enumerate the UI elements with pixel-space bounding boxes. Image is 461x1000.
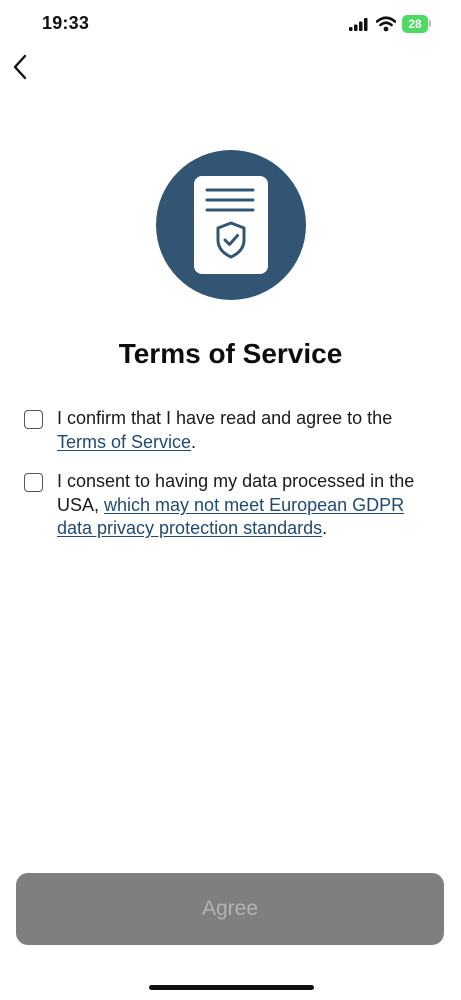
terms-of-service-link[interactable]: Terms of Service [57,432,191,452]
data-processing-checkbox[interactable] [24,473,43,492]
battery-cap [429,20,431,27]
home-indicator [149,985,314,990]
consent-data-text: I consent to having my data processed in… [57,470,437,541]
consent-terms-period: . [191,431,197,452]
terms-checkbox[interactable] [24,410,43,429]
back-button[interactable] [6,52,34,82]
terms-screen: 19:33 28 Terms of Service I confirm that… [0,0,461,1000]
chevron-left-icon [13,54,27,80]
wifi-icon [376,16,396,32]
page-title: Terms of Service [118,338,343,369]
consent-terms-label: I confirm that I have read and agree to … [57,408,393,428]
signal-icon [349,18,368,31]
hero-illustration [156,150,306,300]
battery-icon: 28 [402,15,428,33]
consent-data-period: . [322,518,328,538]
gdpr-info-link[interactable]: which may not meet European GDPR data pr… [57,495,404,539]
status-time: 19:33 [42,13,90,33]
agree-button[interactable]: Agree [16,873,444,945]
consent-terms-text: I confirm that I have read and agree to … [57,407,437,454]
document-shield-icon [194,176,268,274]
